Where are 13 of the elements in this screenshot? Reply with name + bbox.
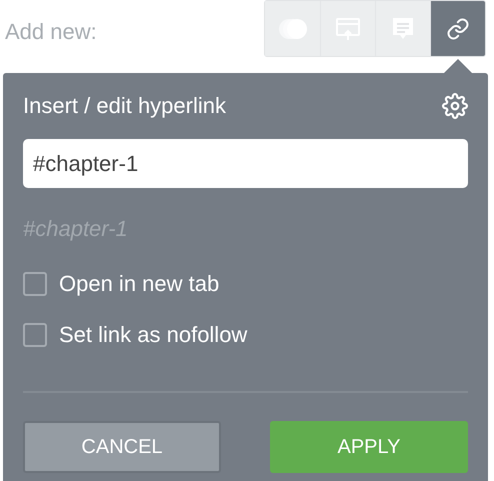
cancel-button[interactable]: CANCEL — [23, 421, 221, 474]
apply-button[interactable]: APPLY — [270, 421, 468, 474]
dialog-title: Insert / edit hyperlink — [23, 93, 226, 120]
checkbox[interactable] — [23, 272, 47, 296]
checkbox[interactable] — [23, 322, 47, 347]
toolbar-button[interactable] — [430, 1, 485, 56]
add-new-label: Add new: — [5, 18, 97, 46]
checkbox-label[interactable]: Open in new tab — [59, 267, 220, 300]
settings-icon[interactable] — [442, 93, 468, 120]
checkbox-label[interactable]: Set link as nofollow — [59, 318, 248, 352]
url-field[interactable]: #chapter-1 — [23, 139, 468, 188]
link-icon — [446, 16, 470, 40]
comment-icon — [391, 16, 415, 42]
